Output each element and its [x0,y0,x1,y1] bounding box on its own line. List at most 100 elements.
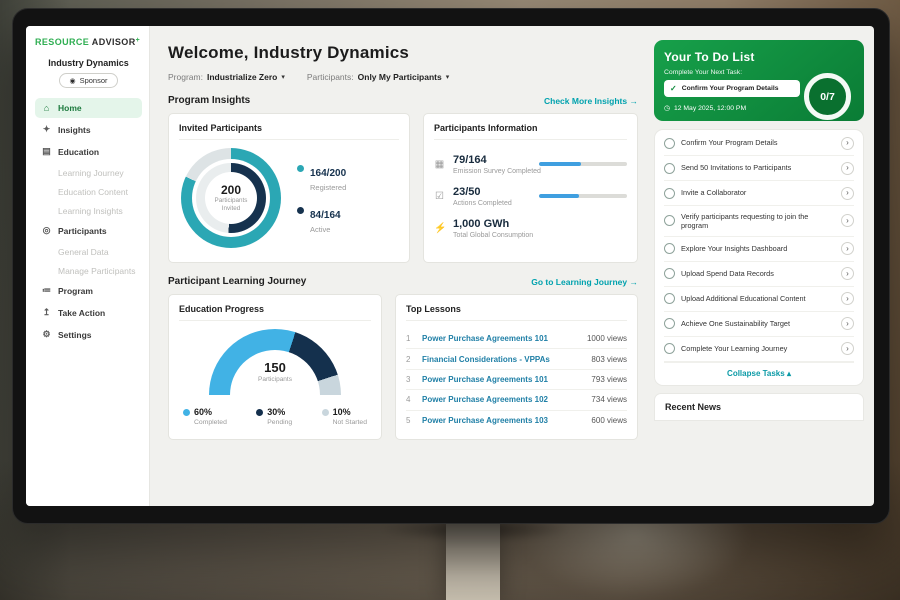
lesson-link[interactable]: Power Purchase Agreements 101 [422,375,583,384]
task-checkbox[interactable] [664,188,675,199]
chevron-right-icon[interactable]: › [841,187,854,200]
stat-value: 79/164 [453,154,531,166]
task-checkbox[interactable] [664,243,675,254]
dashboard-screen: RESOURCE ADVISOR+ Industry Dynamics ◉ Sp… [26,26,874,506]
stat-label: Actions Completed [453,200,531,207]
sidebar-item-education-content[interactable]: Education Content [35,182,142,201]
arrow-right-icon: → [630,96,639,106]
task-row[interactable]: Upload Spend Data Records › [664,262,854,287]
todo-due-date: 12 May 2025, 12:00 PM [674,105,746,112]
sidebar-item-general-data[interactable]: General Data [35,242,142,261]
chevron-right-icon[interactable]: › [841,162,854,175]
stat-actions-completed: ☑ 23/50 Actions Completed [434,180,627,212]
todo-title: Your To Do List [664,50,854,64]
sidebar-item-label: Participants [58,226,107,236]
program-icon: ≔ [41,285,52,296]
sidebar-item-learning-insights[interactable]: Learning Insights [35,201,142,220]
lesson-views: 600 views [591,416,627,425]
learning-cards-row: Education Progress 150 Participants 60% [168,294,638,440]
task-row[interactable]: Verify participants requesting to join t… [664,206,854,237]
task-row[interactable]: Send 50 Invitations to Participants › [664,156,854,181]
active-dot [297,207,304,214]
invited-legend: 164/200 Registered 84/164 Active [297,163,346,234]
sidebar-item-home[interactable]: ⌂ Home [35,98,142,118]
sidebar-item-label: Take Action [58,308,105,318]
chevron-right-icon[interactable]: › [841,267,854,280]
task-checkbox[interactable] [664,268,675,279]
check-more-insights-link[interactable]: Check More Insights → [544,96,638,106]
chevron-right-icon[interactable]: › [841,214,854,227]
program-insights-header: Program Insights Check More Insights → [168,95,638,106]
recent-news-header: Recent News [654,393,864,421]
sidebar-item-label: Settings [58,330,92,340]
check-icon: ✓ [670,84,677,93]
participants-filter-label: Participants: [307,72,354,82]
go-to-learning-journey-link[interactable]: Go to Learning Journey → [531,277,638,287]
task-label: Invite a Collaborator [681,188,835,197]
stat-value: 23/50 [453,186,531,198]
lesson-views: 1000 views [587,334,627,343]
registered-label: Registered [310,183,346,192]
clock-icon: ◷ [664,104,670,112]
todo-progress-ring: 0/7 [804,73,851,120]
logo-resource: RESOURCE [35,37,89,47]
lesson-link[interactable]: Power Purchase Agreements 103 [422,416,583,425]
lesson-rank: 3 [406,375,414,384]
task-checkbox[interactable] [664,163,675,174]
todo-progress-value: 0/7 [820,91,835,103]
energy-icon: ⚡ [434,223,445,234]
invited-participants-card: Invited Participants 200 Participants In… [168,113,410,263]
invited-participants-title: Invited Participants [179,123,399,140]
lesson-link[interactable]: Power Purchase Agreements 101 [422,334,579,343]
task-checkbox[interactable] [664,318,675,329]
task-row[interactable]: Upload Additional Educational Content › [664,287,854,312]
task-row[interactable]: Complete Your Learning Journey › [664,337,854,362]
lesson-link[interactable]: Power Purchase Agreements 102 [422,395,583,404]
sidebar-item-program[interactable]: ≔ Program [35,280,142,301]
sidebar-item-label: Program [58,286,93,296]
active-label: Active [310,225,341,234]
lesson-rank: 4 [406,395,414,404]
task-row[interactable]: Confirm Your Program Details › [664,131,854,156]
insights-icon: ✦ [41,124,52,135]
pending-dot [256,409,263,416]
task-checkbox[interactable] [664,215,675,226]
legend-pending: 30% Pending [256,407,292,426]
task-row[interactable]: Invite a Collaborator › [664,181,854,206]
task-checkbox[interactable] [664,138,675,149]
task-row[interactable]: Achieve One Sustainability Target › [664,312,854,337]
lesson-row: 5 Power Purchase Agreements 103 600 view… [406,411,627,430]
sidebar-item-participants[interactable]: ◎ Participants [35,220,142,241]
sidebar-item-settings[interactable]: ⚙ Settings [35,324,142,345]
gauge-center-value: 150 [209,360,341,375]
collapse-tasks-button[interactable]: Collapse Tasks ▴ [664,362,854,385]
org-name: Industry Dynamics [35,58,142,68]
registered-value: 164/200 [310,168,346,179]
lesson-views: 803 views [591,355,627,364]
program-filter-dropdown[interactable]: Program: Industrialize Zero ▾ [168,72,285,82]
chevron-right-icon[interactable]: › [841,317,854,330]
participants-filter-dropdown[interactable]: Participants: Only My Participants ▾ [307,72,449,82]
actions-icon: ☑ [434,191,445,202]
task-checkbox[interactable] [664,343,675,354]
task-checkbox[interactable] [664,293,675,304]
sidebar-nav: ⌂ Home ✦ Insights ▤ Education Learning J… [35,98,142,346]
stat-label: Emission Survey Completed [453,168,531,175]
not-started-dot [322,409,329,416]
chevron-right-icon[interactable]: › [841,342,854,355]
sidebar-item-learning-journey[interactable]: Learning Journey [35,163,142,182]
lesson-link[interactable]: Financial Considerations - VPPAs [422,355,583,364]
sidebar-item-take-action[interactable]: ↥ Take Action [35,302,142,323]
sidebar-item-label: Home [58,103,82,113]
sidebar-item-insights[interactable]: ✦ Insights [35,119,142,140]
sidebar-item-manage-participants[interactable]: Manage Participants [35,261,142,280]
todo-panel: Your To Do List Complete Your Next Task:… [650,26,874,506]
task-label: Complete Your Learning Journey [681,344,835,353]
caret-down-icon: ▾ [281,73,285,81]
chevron-right-icon[interactable]: › [841,137,854,150]
chevron-right-icon[interactable]: › [841,292,854,305]
chevron-right-icon[interactable]: › [841,242,854,255]
sidebar-item-education[interactable]: ▤ Education [35,141,142,162]
page-title: Welcome, Industry Dynamics [168,43,638,63]
task-row[interactable]: Explore Your Insights Dashboard › [664,237,854,262]
